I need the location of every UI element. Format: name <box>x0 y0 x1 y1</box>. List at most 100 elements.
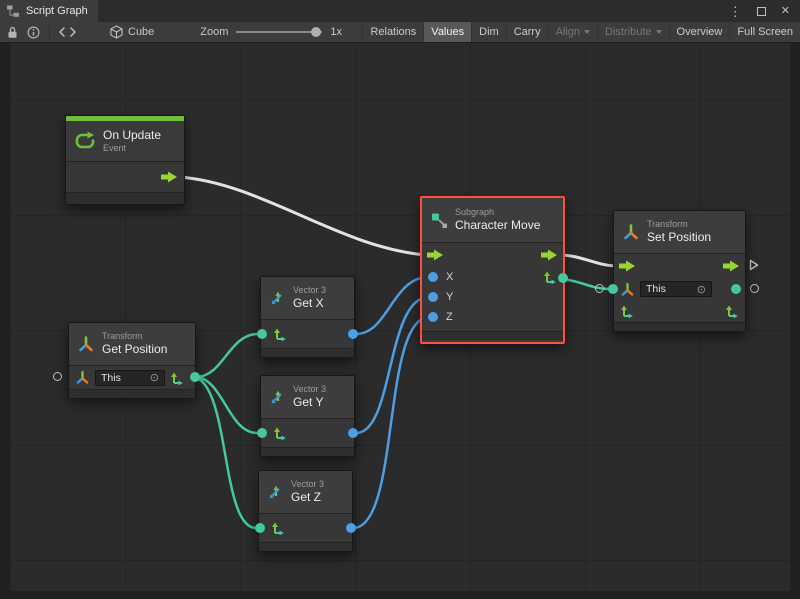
node-titles: On Update Event <box>103 128 161 153</box>
node-title: Character Move <box>455 218 540 232</box>
kebab-menu-icon[interactable]: ⋮ <box>729 5 742 18</box>
node-on-update-event[interactable]: On Update Event <box>65 115 185 205</box>
target-object[interactable]: Cube <box>110 25 154 39</box>
node-titles: Vector 3 Get Z <box>291 479 324 504</box>
zoom-slider[interactable] <box>236 26 322 38</box>
value-input-port[interactable] <box>257 428 267 438</box>
dim-button[interactable]: Dim <box>471 22 506 42</box>
value-input-port-y[interactable] <box>428 292 438 302</box>
unconnected-flow-output-icon[interactable] <box>749 259 759 271</box>
port-label: X <box>446 271 453 283</box>
node-get-z[interactable]: Vector 3 Get Z <box>258 470 353 552</box>
control-output-port[interactable] <box>541 249 558 261</box>
node-title: Get Position <box>102 342 167 356</box>
value-input-port[interactable] <box>255 523 265 533</box>
control-output-port[interactable] <box>161 171 178 183</box>
fullscreen-button[interactable]: Full Screen <box>729 22 800 42</box>
vector-move-icon <box>725 304 739 318</box>
this-object-field[interactable]: This ⊙ <box>95 370 165 386</box>
value-output-port[interactable] <box>346 523 356 533</box>
zoom-value: 1x <box>330 26 342 38</box>
node-titles: Transform Get Position <box>102 331 167 356</box>
this-value: This <box>101 372 121 384</box>
script-graph-icon <box>6 4 20 18</box>
value-input-port[interactable] <box>257 329 267 339</box>
flow-port-row <box>422 243 563 267</box>
control-input-port[interactable] <box>619 260 636 272</box>
vector-move-icon <box>620 304 634 318</box>
node-footer <box>614 322 745 331</box>
tab-script-graph[interactable]: Script Graph <box>0 0 98 22</box>
node-title: Get Y <box>293 395 326 409</box>
value-output-port[interactable] <box>348 428 358 438</box>
relations-button[interactable]: Relations <box>362 22 423 42</box>
value-input-port-z[interactable] <box>428 312 438 322</box>
value-input-port-x[interactable] <box>428 272 438 282</box>
node-get-x[interactable]: Vector 3 Get X <box>260 276 355 358</box>
close-icon[interactable]: ✕ <box>781 6 790 17</box>
info-icon[interactable] <box>27 26 40 39</box>
node-get-y[interactable]: Vector 3 Get Y <box>260 375 355 457</box>
node-category: Subgraph <box>455 207 540 218</box>
carry-button[interactable]: Carry <box>506 22 548 42</box>
vector3-icon <box>269 389 286 406</box>
vector-move-icon <box>273 327 287 341</box>
node-header: Vector 3 Get Z <box>259 471 352 513</box>
port-label: Z <box>446 311 453 323</box>
values-button[interactable]: Values <box>423 22 471 42</box>
node-set-position[interactable]: Transform Set Position This ⊙ <box>613 210 746 332</box>
chevron-down-icon <box>656 30 662 34</box>
value-icons-row <box>614 300 745 322</box>
unconnected-port-setposition-this[interactable] <box>595 284 604 293</box>
overview-button[interactable]: Overview <box>669 22 730 42</box>
value-output-dot[interactable] <box>731 284 741 294</box>
node-header: Transform Set Position <box>614 211 745 253</box>
zoom-slider-knob[interactable] <box>311 27 321 37</box>
transform-icon <box>622 223 640 241</box>
port-label: Y <box>446 291 453 303</box>
code-icon[interactable] <box>59 27 76 37</box>
node-header: On Update Event <box>66 121 184 161</box>
unconnected-value-output-setposition[interactable] <box>750 284 759 293</box>
node-category: Transform <box>102 331 167 342</box>
loop-icon <box>74 130 96 152</box>
vector-move-icon <box>271 521 285 535</box>
transform-icon <box>77 335 95 353</box>
vector-move-icon <box>543 270 557 284</box>
transform-icon <box>75 370 90 385</box>
transform-icon <box>620 282 635 297</box>
control-output-port[interactable] <box>723 260 740 272</box>
zoom-control: Zoom 1x <box>200 26 342 38</box>
flow-port-row <box>614 254 745 278</box>
unconnected-port-getposition-this[interactable] <box>53 372 62 381</box>
node-title: On Update <box>103 128 161 142</box>
input-row-y: Y <box>422 287 563 307</box>
node-header: Vector 3 Get X <box>261 277 354 319</box>
align-button[interactable]: Align <box>548 22 597 42</box>
left-tools <box>7 26 76 39</box>
vector-move-icon <box>273 426 287 440</box>
value-output-port[interactable] <box>558 273 568 283</box>
node-title: Get Z <box>291 490 324 504</box>
node-titles: Subgraph Character Move <box>455 207 540 232</box>
vector3-icon <box>267 484 284 501</box>
node-titles: Transform Set Position <box>647 219 711 244</box>
value-input-port[interactable] <box>608 284 618 294</box>
node-category: Event <box>103 143 161 154</box>
maximize-icon[interactable] <box>757 7 766 16</box>
value-output-port[interactable] <box>348 329 358 339</box>
this-object-field[interactable]: This ⊙ <box>640 281 712 297</box>
toolbar-divider <box>49 26 50 39</box>
lock-icon[interactable] <box>7 26 18 39</box>
value-output-port[interactable] <box>190 372 200 382</box>
window-titlebar: Script Graph ⋮ ✕ <box>0 0 800 22</box>
node-titles: Vector 3 Get Y <box>293 384 326 409</box>
object-picker-icon[interactable]: ⊙ <box>150 371 159 384</box>
node-get-position[interactable]: Transform Get Position This ⊙ <box>68 322 196 398</box>
control-input-port[interactable] <box>427 249 444 261</box>
node-category: Vector 3 <box>291 479 324 490</box>
node-character-move[interactable]: Subgraph Character Move X Y Z <box>420 196 565 344</box>
distribute-button[interactable]: Distribute <box>597 22 668 42</box>
object-picker-icon[interactable]: ⊙ <box>697 283 706 296</box>
subgraph-icon <box>430 211 448 229</box>
